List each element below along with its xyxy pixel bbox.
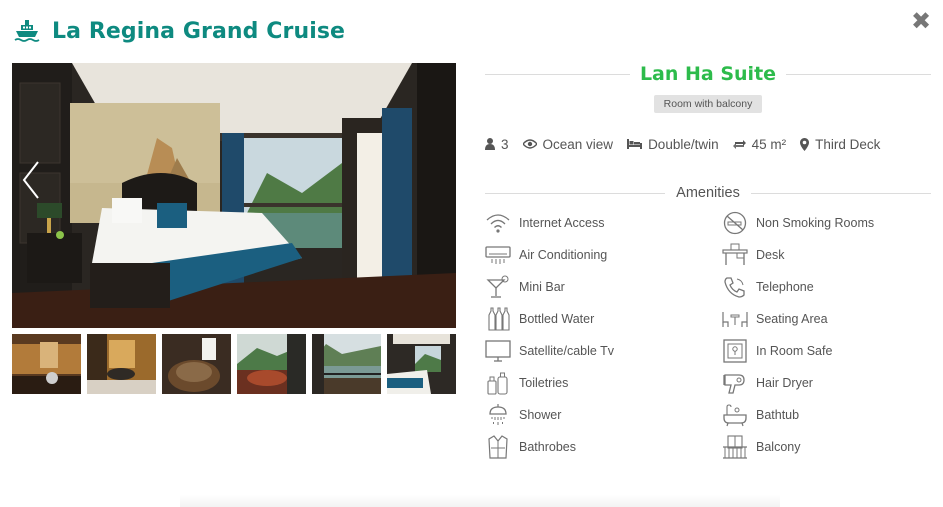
amenity-label: Shower <box>519 408 562 422</box>
bottles-icon <box>488 307 510 331</box>
thumbnail-balcony-view[interactable] <box>312 334 381 394</box>
resize-icon <box>732 139 746 149</box>
amenity-item: Air Conditioning <box>485 243 607 267</box>
seating-icon <box>722 312 748 327</box>
divider <box>781 74 931 75</box>
amenity-item: Telephone <box>722 275 814 299</box>
thumbnail-bathroom-vanity[interactable] <box>12 334 81 394</box>
amenity-label: Internet Access <box>519 216 605 230</box>
telephone-icon <box>724 277 745 298</box>
spec-text: 45 m² <box>751 136 787 152</box>
amenity-label: Bottled Water <box>519 312 595 326</box>
amenity-item: In Room Safe <box>722 339 832 363</box>
room-details: Lan Ha Suite Room with balcony 3 Ocean v… <box>485 60 931 459</box>
room-title-row: Lan Ha Suite <box>485 60 931 88</box>
divider <box>751 193 931 194</box>
cruise-ship-icon <box>14 20 40 42</box>
spec-deck: Third Deck <box>800 137 880 152</box>
amenity-label: Telephone <box>756 280 814 294</box>
amenity-item: Bathtub <box>722 403 799 427</box>
page-title: La Regina Grand Cruise <box>52 18 346 44</box>
amenity-label: Hair Dryer <box>756 376 813 390</box>
chevron-left-icon[interactable] <box>16 158 46 202</box>
amenity-item: Shower <box>485 403 561 427</box>
cabin-bedroom-photo <box>12 63 456 328</box>
divider <box>485 193 665 194</box>
amenity-label: Air Conditioning <box>519 248 608 262</box>
spec-size: 45 m² <box>732 136 787 152</box>
amenity-label: Balcony <box>756 440 801 454</box>
safe-icon <box>723 339 747 363</box>
room-name: Lan Ha Suite <box>629 63 787 85</box>
spec-text: 3 <box>501 136 509 152</box>
bed-icon <box>627 139 643 149</box>
amenity-label: Bathtub <box>756 408 800 422</box>
room-specs: 3 Ocean view Double/twin 45 m² Third Dec… <box>485 135 931 153</box>
air-conditioner-icon <box>485 246 511 264</box>
divider <box>485 74 635 75</box>
amenity-item: Desk <box>722 243 784 267</box>
balcony-icon <box>723 435 747 459</box>
amenity-label: Mini Bar <box>519 280 565 294</box>
modal-header: La Regina Grand Cruise <box>14 14 345 48</box>
cocktail-icon <box>486 275 509 298</box>
main-photo[interactable] <box>12 63 456 328</box>
bathrobe-icon <box>488 435 508 459</box>
amenity-item: Balcony <box>722 435 800 459</box>
close-icon[interactable]: ✖ <box>911 9 931 33</box>
amenity-label: Seating Area <box>756 312 828 326</box>
amenity-item: Internet Access <box>485 211 604 235</box>
no-smoking-icon <box>723 211 747 235</box>
thumbnail-strip <box>12 334 456 394</box>
thumbnail-wooden-basin[interactable] <box>162 334 231 394</box>
amenities-header: Amenities <box>485 182 931 204</box>
room-type-badge: Room with balcony <box>653 95 763 113</box>
amenity-label: Desk <box>756 248 785 262</box>
spec-bed: Double/twin <box>627 137 719 152</box>
eye-icon <box>522 139 537 149</box>
thumbnail-bathroom-sink[interactable] <box>87 334 156 394</box>
thumbnail-bedroom[interactable] <box>387 334 456 394</box>
toiletries-icon <box>487 372 508 395</box>
amenity-item: Toiletries <box>485 371 568 395</box>
amenity-label: Toiletries <box>519 376 569 390</box>
hair-dryer-icon <box>723 374 745 394</box>
footer-shadow <box>180 495 780 507</box>
map-marker-icon <box>800 137 810 151</box>
desk-icon <box>722 243 748 265</box>
thumbnail-balcony-bathtub[interactable] <box>237 334 306 394</box>
spec-text: Third Deck <box>815 136 881 152</box>
tv-icon <box>485 340 511 362</box>
amenity-label: Satellite/cable Tv <box>519 344 614 358</box>
bathtub-icon <box>723 404 747 427</box>
spec-text: Ocean view <box>542 136 614 152</box>
spec-occupancy: 3 <box>485 137 509 152</box>
amenity-label: In Room Safe <box>756 344 833 358</box>
amenity-item: Non Smoking Rooms <box>722 211 874 235</box>
shower-icon <box>489 404 507 425</box>
spec-text: Double/twin <box>648 136 719 152</box>
spec-view: Ocean view <box>522 136 614 152</box>
amenity-item: Seating Area <box>722 307 828 331</box>
user-icon <box>485 138 495 150</box>
wifi-icon <box>486 214 510 233</box>
amenities-title: Amenities <box>668 185 748 201</box>
amenity-label: Non Smoking Rooms <box>756 216 875 230</box>
amenity-item: Hair Dryer <box>722 371 813 395</box>
amenity-item: Bathrobes <box>485 435 576 459</box>
amenity-item: Mini Bar <box>485 275 565 299</box>
amenity-item: Bottled Water <box>485 307 594 331</box>
amenity-item: Satellite/cable Tv <box>485 339 614 363</box>
amenity-label: Bathrobes <box>519 440 576 454</box>
